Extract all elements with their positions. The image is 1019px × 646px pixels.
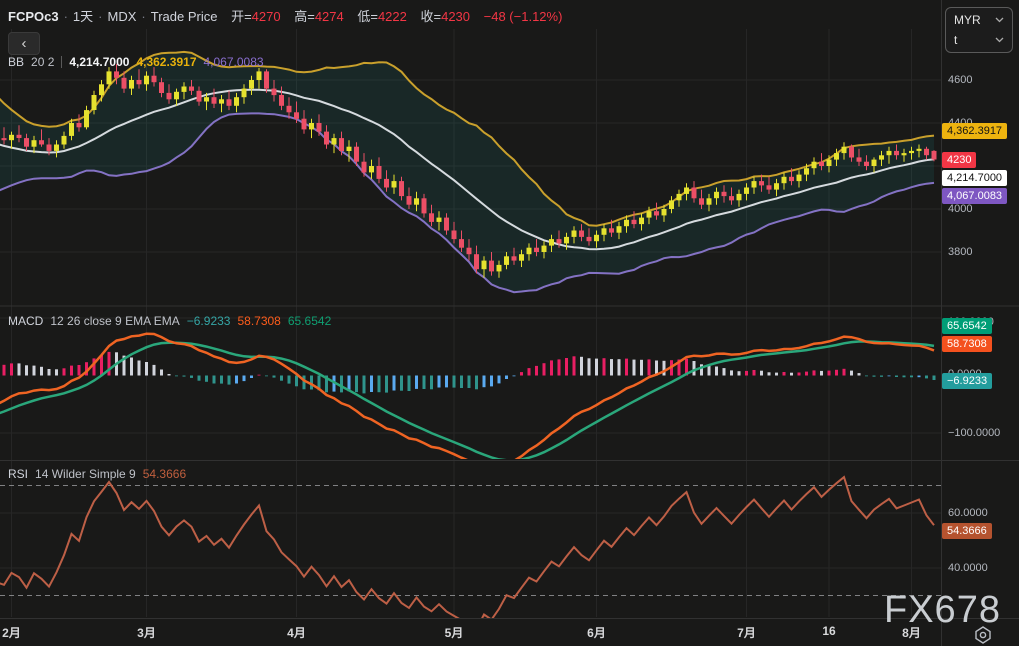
currency-select[interactable]: MYR — [946, 10, 1012, 30]
low-label: 低= — [357, 9, 378, 24]
interval-label: 1天 — [73, 9, 93, 24]
open-label: 开= — [231, 9, 252, 24]
price-badge: 65.6542 — [942, 318, 992, 334]
currency-label: MYR — [954, 13, 981, 27]
price-badge: 58.7308 — [942, 336, 992, 352]
time-axis-label: 7月 — [725, 624, 769, 641]
separator-dot: · — [98, 9, 102, 24]
rsi-legend[interactable]: RSI 14 Wilder Simple 9 54.3666 — [8, 467, 186, 481]
series-type-label: Trade Price — [151, 9, 218, 24]
axis-tick-label: 60.0000 — [948, 506, 988, 521]
bollinger-legend[interactable]: BB 20 2 4,214.7000 4,362.3917 4,067.0083 — [8, 55, 264, 69]
price-badge: 4,362.3917 — [942, 123, 1007, 139]
macd-line-value: 58.7308 — [237, 314, 280, 328]
rsi-line — [0, 477, 934, 630]
separator-dot: · — [141, 9, 145, 24]
macd-signal-line — [0, 342, 934, 461]
rsi-pane[interactable] — [0, 477, 941, 630]
time-axis-label: 5月 — [432, 624, 476, 641]
price-axis-column[interactable]: 4600440040003800100.00000.0000−100.00006… — [941, 0, 1019, 646]
bb-title: BB — [8, 55, 24, 69]
macd-params: 12 26 close 9 EMA EMA — [50, 314, 179, 328]
macd-pane[interactable] — [0, 318, 941, 468]
separator-dot: · — [64, 9, 68, 24]
time-axis-label: 4月 — [275, 624, 319, 641]
close-label: 收= — [421, 9, 442, 24]
axis-tick-label: 4000 — [948, 202, 972, 217]
bb-basis-value: 4,214.7000 — [69, 55, 129, 69]
high-value: 4274 — [315, 9, 344, 24]
unit-label: t — [954, 33, 957, 47]
price-pane[interactable] — [0, 52, 941, 292]
change-value: −48 (−1.12%) — [484, 9, 563, 24]
high-label: 高= — [294, 9, 315, 24]
chart-settings-panel: MYR t — [945, 7, 1013, 53]
rsi-title: RSI — [8, 467, 28, 481]
axis-tick-label: 40.0000 — [948, 561, 988, 576]
price-badge: 4,214.7000 — [942, 170, 1007, 186]
axis-tick-label: 4600 — [948, 73, 972, 88]
bb-params: 20 2 — [31, 55, 54, 69]
price-badge: −6.9233 — [942, 373, 992, 389]
price-badge: 54.3666 — [942, 523, 992, 539]
symbol-name: FCPOc3 — [8, 9, 59, 24]
time-axis-label: 6月 — [575, 624, 619, 641]
macd-signal-value: 65.6542 — [288, 314, 331, 328]
price-badge: 4,067.0083 — [942, 188, 1007, 204]
close-value: 4230 — [441, 9, 470, 24]
time-axis-label: 8月 — [890, 624, 934, 641]
macd-legend[interactable]: MACD 12 26 close 9 EMA EMA −6.9233 58.73… — [8, 314, 331, 328]
hexagon-logo-icon[interactable] — [973, 625, 993, 645]
trading-chart-app: FCPOc3·1天·MDX·Trade Price 开=4270 高=4274 … — [0, 0, 1019, 646]
low-value: 4222 — [378, 9, 407, 24]
time-axis-label: 3月 — [125, 624, 169, 641]
rsi-params: 14 Wilder Simple 9 — [35, 467, 136, 481]
unit-select[interactable]: t — [946, 30, 1012, 50]
time-axis[interactable]: 2月 3月 4月 5月 6月 7月 16 8月 — [0, 618, 941, 646]
time-axis-label: 16 — [807, 624, 851, 638]
chevron-left-icon: ‹ — [22, 36, 27, 51]
bb-upper-value: 4,362.3917 — [136, 55, 196, 69]
axis-tick-label: −100.0000 — [948, 426, 1000, 441]
macd-title: MACD — [8, 314, 43, 328]
exchange-label: MDX — [108, 9, 137, 24]
legend-separator — [61, 56, 62, 68]
time-axis-label: 2月 — [0, 624, 34, 641]
symbol-header[interactable]: FCPOc3·1天·MDX·Trade Price 开=4270 高=4274 … — [8, 6, 562, 25]
back-button[interactable]: ‹ — [8, 32, 40, 55]
macd-hist-value: −6.9233 — [187, 314, 231, 328]
rsi-value: 54.3666 — [143, 467, 186, 481]
price-badge: 4230 — [942, 152, 976, 168]
open-value: 4270 — [252, 9, 281, 24]
chevron-down-icon — [995, 37, 1004, 43]
chevron-down-icon — [995, 17, 1004, 23]
bb-lower-value: 4,067.0083 — [204, 55, 264, 69]
axis-tick-label: 3800 — [948, 245, 972, 260]
